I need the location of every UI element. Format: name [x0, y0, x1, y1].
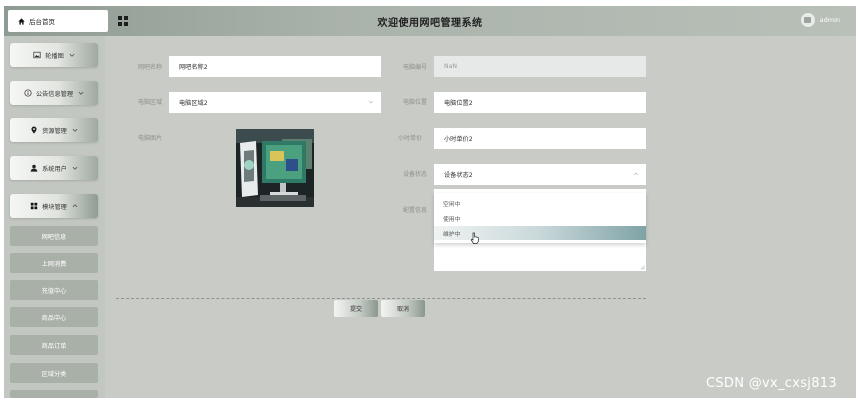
location-input[interactable]: 电脑位置2 [434, 92, 646, 113]
sidebar-menu-notice[interactable]: 公告信息管理 [10, 81, 98, 105]
area-select-value: 电脑区域2 [179, 100, 208, 107]
sidebar-menu-resource[interactable]: 资源管理 [10, 118, 98, 142]
area-label: 电脑区域 [138, 99, 163, 106]
name-label: 网吧名称 [138, 64, 163, 71]
sidebar-menu-label: 资源管理 [42, 127, 67, 135]
status-option-in-use[interactable]: 使用中 [434, 211, 646, 225]
sidebar-menu-users[interactable]: 系统用户 [10, 156, 98, 180]
resize-handle-icon[interactable] [640, 265, 645, 270]
avatar [800, 13, 815, 27]
sidebar-item-consumption[interactable]: 上网消费 [10, 253, 98, 273]
watermark: CSDN @vx_cxsj813 [706, 376, 837, 391]
area-select[interactable]: 电脑区域2 [169, 92, 381, 113]
computer-image [236, 129, 314, 207]
status-dropdown: 空闲中 使用中 维护中 [434, 193, 646, 243]
avatar-image-icon [804, 17, 812, 23]
sidebar-menu-label: 系统用户 [42, 165, 67, 173]
price-label: 小时单价 [398, 135, 423, 142]
cancel-button[interactable]: 取消 [381, 300, 425, 317]
number-input: NaN [434, 56, 646, 77]
location-icon [31, 126, 37, 134]
sidebar-menu-label: 公告信息管理 [35, 90, 74, 98]
sidebar-menu-label: 模块管理 [42, 203, 67, 211]
hand-cursor-icon [470, 232, 479, 244]
image-label: 电脑图片 [138, 135, 163, 142]
computer-photo[interactable] [236, 129, 314, 207]
chevron-down-icon [368, 100, 374, 104]
info-icon [24, 89, 32, 97]
chevron-up-icon [633, 172, 639, 176]
sidebar-menu-label: 轮播图 [45, 52, 64, 60]
chevron-down-icon [72, 166, 78, 170]
image-icon [33, 51, 41, 59]
location-label: 电脑位置 [403, 99, 428, 106]
sidebar-item-goods[interactable]: 商品中心 [10, 307, 98, 327]
top-bar: 后台首页 欢迎使用网吧管理系统 admin [4, 6, 856, 36]
number-label: 电脑编号 [403, 64, 428, 71]
chevron-down-icon [72, 128, 78, 132]
user-name: admin [819, 16, 840, 24]
sidebar-item-area-category[interactable]: 区域分类 [10, 363, 98, 383]
user-icon [30, 164, 38, 172]
sidebar-item-recharge[interactable]: 充值中心 [10, 280, 98, 300]
status-select[interactable]: 设备状态2 [434, 164, 646, 185]
chevron-down-icon [78, 91, 84, 95]
submit-button[interactable]: 提交 [334, 300, 378, 317]
name-input[interactable]: 网吧名称2 [169, 56, 381, 77]
user-menu[interactable]: admin [800, 13, 840, 27]
grid-icon [30, 202, 38, 210]
page-title: 欢迎使用网吧管理系统 [377, 18, 483, 29]
app-frame: 后台首页 欢迎使用网吧管理系统 admin 轮播图 公告信息管理 资源管理 系统… [4, 6, 856, 398]
status-option-idle[interactable]: 空闲中 [434, 196, 646, 210]
status-label: 设备状态 [403, 171, 428, 178]
sidebar-item-more[interactable] [10, 390, 98, 398]
status-option-maintenance[interactable]: 维护中 [434, 226, 646, 240]
sidebar-menu-modules[interactable]: 模块管理 [10, 194, 98, 218]
sidebar: 轮播图 公告信息管理 资源管理 系统用户 模块管理 网吧信息 上网消费 充值中心… [4, 36, 105, 398]
sidebar-item-orders[interactable]: 商品订单 [10, 335, 98, 355]
sidebar-item-netcafe-info[interactable]: 网吧信息 [10, 226, 98, 246]
sidebar-menu-carousel[interactable]: 轮播图 [10, 43, 98, 67]
form-divider [116, 298, 646, 299]
config-label: 配置信息 [403, 207, 428, 214]
status-select-value: 设备状态2 [444, 172, 473, 179]
chevron-down-icon [69, 53, 75, 57]
price-input[interactable]: 小时单价2 [434, 128, 646, 149]
chevron-up-icon [72, 204, 78, 208]
